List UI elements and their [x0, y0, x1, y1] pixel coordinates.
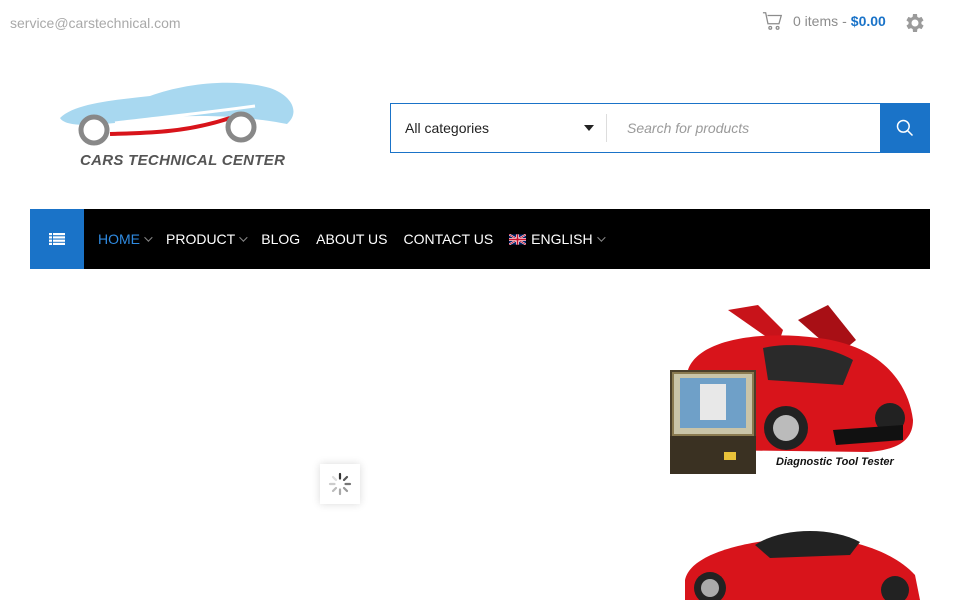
uk-flag-icon [509, 233, 527, 245]
cart-item-count: 0 items [793, 13, 839, 29]
category-select-value: All categories [405, 120, 490, 136]
nav-item-label: BLOG [261, 231, 301, 247]
loading-spinner-icon [328, 472, 352, 496]
nav-item-label: CONTACT US [403, 231, 494, 247]
logo-text: CARS TECHNICAL CENTER [80, 152, 286, 169]
cart-total: $0.00 [850, 13, 886, 29]
banner-caption: Diagnostic Tool Tester [776, 456, 894, 468]
chevron-down-icon [144, 233, 153, 242]
red-sportscar-image [685, 531, 920, 604]
nav-item-contact-us[interactable]: CONTACT US [403, 231, 493, 247]
caret-down-icon [584, 125, 594, 131]
nav-item-about-us[interactable]: ABOUT US [316, 231, 387, 247]
promo-banner-supercar[interactable] [680, 520, 930, 604]
menu-list-icon [49, 233, 65, 245]
search-button[interactable] [880, 103, 930, 153]
promo-banner-diagnostic[interactable]: Diagnostic Tool Tester [668, 300, 930, 480]
nav-items: HOME PRODUCT BLOG ABOUT US CONTACT US EN… [98, 209, 619, 269]
cart-separator: - [842, 13, 847, 29]
main-nav: HOME PRODUCT BLOG ABOUT US CONTACT US EN… [30, 209, 930, 269]
nav-item-label: PRODUCT [166, 231, 236, 247]
car-logo-icon [60, 82, 294, 146]
nav-item-label: ENGLISH [531, 231, 593, 247]
cart-icon [762, 12, 783, 30]
diagnostic-tool-image [670, 370, 756, 474]
search-bar: All categories [390, 103, 930, 153]
nav-item-home[interactable]: HOME [98, 231, 153, 247]
nav-item-language[interactable]: ENGLISH [509, 231, 606, 247]
nav-item-blog[interactable]: BLOG [261, 231, 300, 247]
top-bar: service@carstechnical.com 0 items - $0.0… [0, 0, 960, 46]
search-input[interactable] [607, 104, 880, 152]
nav-item-label: HOME [98, 231, 140, 247]
nav-item-product[interactable]: PRODUCT [166, 231, 248, 247]
gear-icon[interactable] [903, 11, 927, 35]
nav-item-label: ABOUT US [316, 231, 388, 247]
mini-cart[interactable]: 0 items - $0.00 [762, 10, 886, 32]
chevron-down-icon [596, 233, 606, 242]
category-select[interactable]: All categories [391, 104, 606, 152]
search-icon [896, 119, 914, 137]
site-logo[interactable]: CARS TECHNICAL CENTER [55, 78, 300, 178]
chevron-down-icon [239, 233, 248, 242]
loading-spinner [320, 464, 360, 504]
menu-toggle-button[interactable] [30, 209, 84, 269]
contact-email[interactable]: service@carstechnical.com [10, 15, 181, 31]
